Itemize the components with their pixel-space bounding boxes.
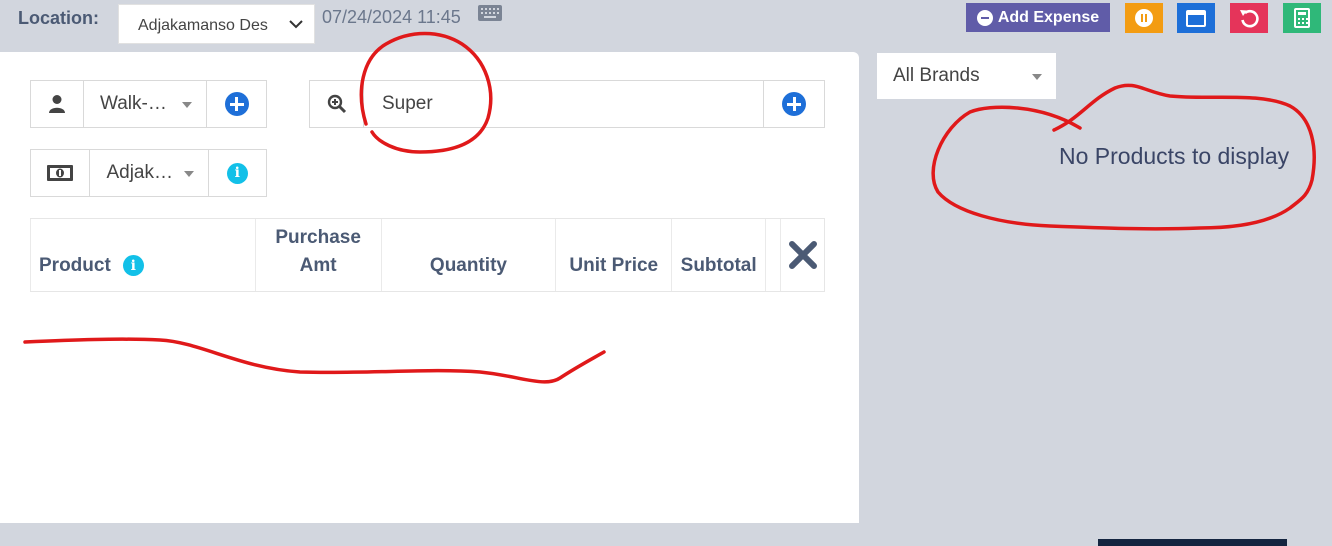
calculator-button[interactable] xyxy=(1283,3,1321,33)
add-customer-button[interactable] xyxy=(207,81,266,127)
undo-button[interactable] xyxy=(1230,3,1268,33)
account-icon-cell xyxy=(31,150,91,196)
customer-icon-cell xyxy=(31,81,84,127)
plus-circle-icon xyxy=(782,92,806,116)
clear-cart-button[interactable] xyxy=(780,219,824,291)
col-product: Product i xyxy=(30,219,255,291)
bottom-bar-edge xyxy=(1098,539,1287,546)
product-search-input[interactable]: Super xyxy=(364,81,764,127)
brand-filter-value: All Brands xyxy=(893,65,980,86)
col-purchase-amt: Purchase Amt xyxy=(254,219,381,291)
pause-button[interactable] xyxy=(1125,3,1163,33)
chevron-down-icon xyxy=(289,20,303,29)
col-subtotal: Subtotal xyxy=(671,219,765,291)
user-icon xyxy=(49,95,65,113)
brand-filter-select[interactable]: All Brands xyxy=(877,53,1056,99)
account-select-value: Adjak… xyxy=(106,162,173,183)
col-unit-price: Unit Price xyxy=(555,219,671,291)
caret-down-icon xyxy=(1032,74,1042,80)
location-label: Location: xyxy=(18,8,99,28)
info-icon: i xyxy=(226,162,248,184)
calculator-icon xyxy=(1294,8,1310,28)
account-group: Adjak… i xyxy=(30,149,267,197)
zoom-in-icon xyxy=(327,94,346,114)
location-select[interactable]: Adjakamanso Des xyxy=(118,4,315,44)
cart-table-header: Product i Purchase Amt Quantity Unit Pri… xyxy=(30,218,825,292)
close-icon xyxy=(788,241,817,269)
window-button[interactable] xyxy=(1177,3,1215,33)
pause-icon xyxy=(1135,9,1153,27)
caret-down-icon xyxy=(183,171,194,177)
plus-circle-icon xyxy=(224,92,249,116)
undo-icon xyxy=(1240,9,1259,28)
customer-select[interactable]: Walk-… xyxy=(84,81,207,127)
col-quantity: Quantity xyxy=(380,219,556,291)
add-expense-label: Add Expense xyxy=(997,8,1100,26)
col-product-label: Product xyxy=(39,255,111,276)
add-product-button[interactable] xyxy=(764,81,824,127)
caret-down-icon xyxy=(182,102,192,108)
info-icon[interactable]: i xyxy=(122,255,144,276)
col-purchase-amt-label: Purchase Amt xyxy=(275,227,361,276)
minus-circle-icon xyxy=(976,9,993,26)
product-search-group: Super xyxy=(309,80,825,128)
empty-products-message: No Products to display xyxy=(1059,143,1290,169)
keyboard-icon[interactable] xyxy=(477,4,503,22)
transaction-datetime: 07/24/2024 11:45 xyxy=(322,7,461,27)
account-select[interactable]: Adjak… xyxy=(90,150,209,196)
search-icon-cell xyxy=(310,81,364,127)
window-icon xyxy=(1186,9,1206,27)
money-icon xyxy=(47,165,74,181)
customer-select-value: Walk-… xyxy=(100,93,167,114)
col-spacer xyxy=(765,219,780,291)
account-info-button[interactable]: i xyxy=(209,150,266,196)
add-expense-button[interactable]: Add Expense xyxy=(966,3,1110,32)
location-select-value: Adjakamanso Des xyxy=(138,17,268,34)
customer-group: Walk-… xyxy=(30,80,267,128)
